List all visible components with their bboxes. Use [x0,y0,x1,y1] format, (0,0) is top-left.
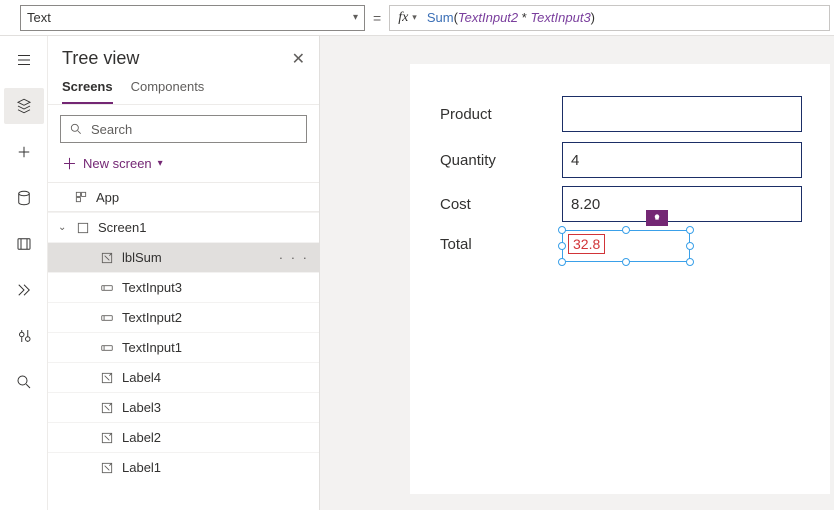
new-screen-button[interactable]: ＋ New screen ▾ [48,149,319,182]
label-quantity: Quantity [440,152,562,169]
search-icon[interactable] [4,364,44,400]
chevron-down-icon: ▾ [353,12,358,23]
fx-icon: fx [390,10,412,26]
insert-icon[interactable] [4,134,44,170]
left-rail [0,36,48,510]
tree-item-label: TextInput3 [122,280,182,295]
settings-icon[interactable] [4,318,44,354]
screen-icon [76,221,90,235]
resize-handle[interactable] [686,226,694,234]
formula-text[interactable]: Sum(TextInput2 * TextInput3) [423,10,595,26]
tree-item-label: Screen1 [98,220,146,235]
search-icon [69,122,83,136]
flows-icon[interactable] [4,272,44,308]
tree-item-textinput2[interactable]: TextInput2 [48,302,319,332]
media-icon[interactable] [4,226,44,262]
selected-control-lblsum[interactable]: 32.8 [562,230,690,262]
tree-item-textinput1[interactable]: TextInput1 [48,332,319,362]
resize-handle[interactable] [558,242,566,250]
tree-item-app[interactable]: App [48,182,319,212]
tree-item-label2[interactable]: Label2 [48,422,319,452]
input-product[interactable] [562,96,802,132]
tree-item-textinput3[interactable]: TextInput3 [48,272,319,302]
search-input[interactable]: Search [60,115,307,143]
tree-item-label: Label1 [122,460,161,475]
resize-handle[interactable] [558,258,566,266]
resize-handle[interactable] [686,258,694,266]
tree-item-label: TextInput1 [122,340,182,355]
tree-item-screen1[interactable]: ⌄ Screen1 [48,212,319,242]
plus-icon: ＋ [62,153,77,174]
lblsum-value: 32.8 [568,234,605,254]
chevron-down-icon: ▾ [158,158,163,169]
more-icon[interactable]: · · · [279,250,309,265]
tab-screens[interactable]: Screens [62,79,113,104]
label-total: Total [440,236,562,253]
tree-item-label: Label2 [122,430,161,445]
tree-item-label3[interactable]: Label3 [48,392,319,422]
search-placeholder: Search [91,122,132,137]
resize-handle[interactable] [622,226,630,234]
chevron-down-icon[interactable]: ⌄ [58,222,68,233]
close-icon[interactable]: ✕ [292,49,305,69]
resize-handle[interactable] [686,242,694,250]
tab-components[interactable]: Components [131,79,205,104]
input-quantity[interactable]: 4 [562,142,802,178]
equals-sign: = [373,10,381,26]
input-cost[interactable]: 8.20 [562,186,802,222]
tree-item-label: Label4 [122,370,161,385]
resize-handle[interactable] [558,226,566,234]
label-product: Product [440,106,562,123]
tree-item-label: App [96,190,119,205]
property-dropdown-value: Text [27,10,51,25]
tree-item-label1[interactable]: Label1 [48,452,319,482]
hamburger-icon[interactable] [4,42,44,78]
tree-item-label4[interactable]: Label4 [48,362,319,392]
screen-canvas[interactable]: Product Quantity 4 Cost 8.20 Total 32.8 [410,64,830,494]
canvas-area: Product Quantity 4 Cost 8.20 Total 32.8 [320,36,834,510]
idea-icon[interactable] [646,210,668,226]
tree-item-label: lblSum [122,250,162,265]
tree-view-panel: Tree view ✕ Screens Components Search ＋ … [48,36,320,510]
tree-item-label: Label3 [122,400,161,415]
chevron-down-icon[interactable]: ▾ [412,12,417,23]
tree-view-icon[interactable] [4,88,44,124]
property-dropdown[interactable]: Text ▾ [20,5,365,31]
panel-title: Tree view [62,48,139,69]
tree-item-lblsum[interactable]: lblSum · · · [48,242,319,272]
tree: App ⌄ Screen1 lblSum · · · TextInput3 TextI… [48,182,319,482]
tree-item-label: TextInput2 [122,310,182,325]
resize-handle[interactable] [622,258,630,266]
formula-bar[interactable]: fx ▾ Sum(TextInput2 * TextInput3) [389,5,830,31]
label-cost: Cost [440,196,562,213]
app-icon [74,190,88,204]
data-icon[interactable] [4,180,44,216]
